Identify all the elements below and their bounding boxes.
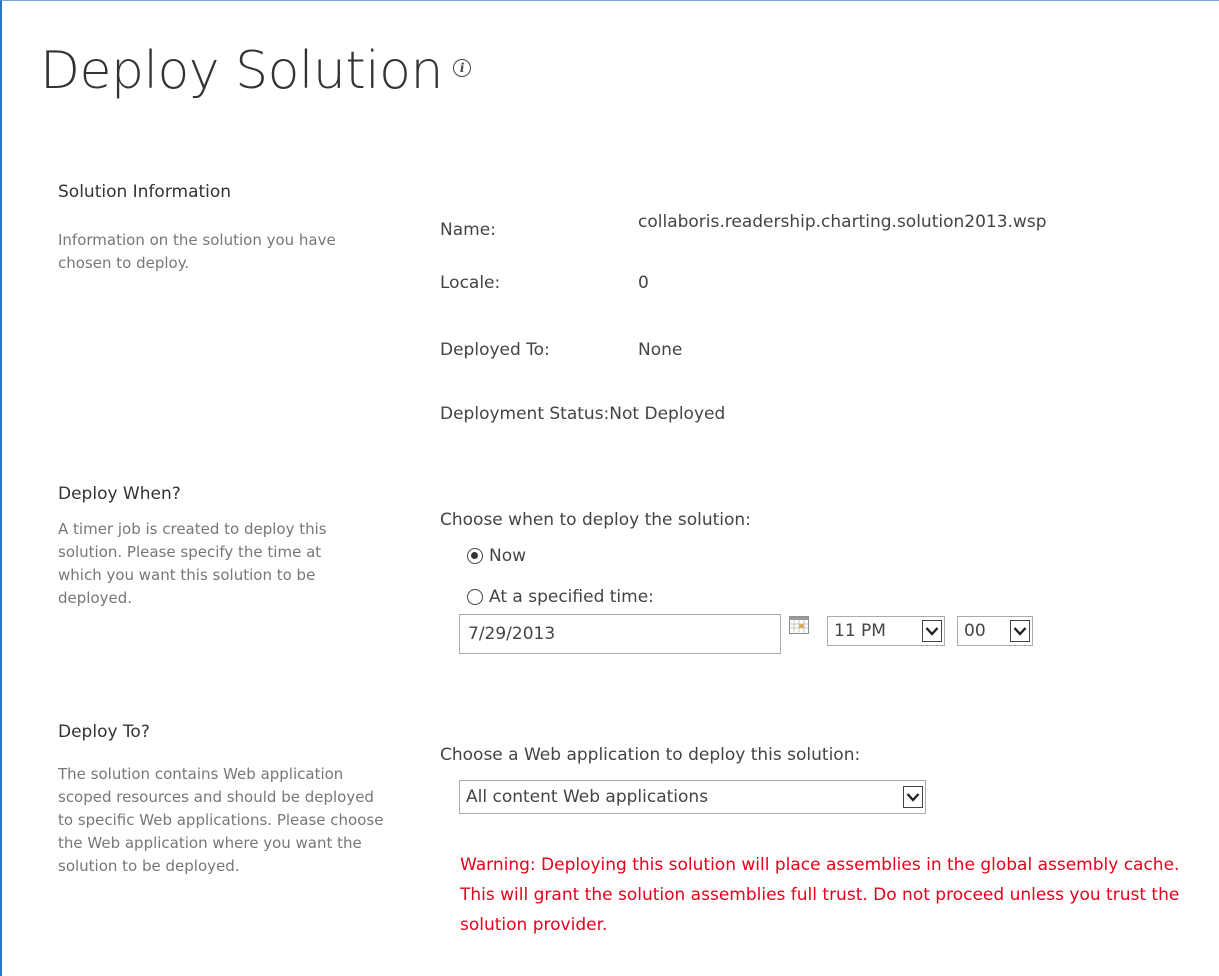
solution-info-title: Solution Information [58,182,232,202]
deployed-to-value: None [638,340,683,360]
minute-select[interactable]: 00 [957,616,1033,646]
name-label: Name: [440,220,496,240]
deployed-to-label: Deployed To: [440,340,550,360]
radio-now[interactable] [467,548,483,564]
chevron-down-icon[interactable] [903,786,923,808]
deploy-when-prompt: Choose when to deploy the solution: [440,510,751,530]
page-title-text: Deploy Solution [40,41,443,101]
deployment-status-label: Deployment Status: [440,404,610,424]
chevron-down-icon[interactable] [922,620,942,642]
calendar-icon[interactable] [789,616,809,634]
solution-info-description: Information on the solution you have cho… [58,231,336,272]
hour-select-value: 11 PM [834,621,886,641]
minute-select-value: 00 [964,621,986,641]
radio-specified-time-row[interactable]: At a specified time: [467,586,654,608]
web-application-select[interactable]: All content Web applications [459,780,926,814]
deployment-status-value: Not Deployed [609,404,726,424]
deploy-when-description: A timer job is created to deploy this so… [58,520,327,607]
date-input[interactable] [459,614,781,654]
name-value: collaboris.readership.charting.solution2… [638,212,1047,232]
gac-warning-text: Warning: Deploying this solution will pl… [460,855,1180,935]
page-title: Deploy Solution i [40,36,471,106]
deployment-status-row: Deployment Status:Not Deployed [440,404,725,424]
deploy-to-description: The solution contains Web application sc… [58,765,384,875]
radio-specified-time-label: At a specified time: [489,587,654,607]
deploy-to-title: Deploy To? [58,722,150,742]
radio-now-label: Now [489,546,527,566]
hour-select[interactable]: 11 PM [827,616,945,646]
locale-value: 0 [638,273,649,293]
web-application-select-value: All content Web applications [466,787,709,807]
locale-label: Locale: [440,273,501,293]
radio-now-row[interactable]: Now [467,545,526,567]
info-icon[interactable]: i [452,59,471,77]
deploy-when-title: Deploy When? [58,484,181,504]
chevron-down-icon[interactable] [1010,620,1030,642]
radio-specified-time[interactable] [467,589,483,605]
deploy-to-prompt: Choose a Web application to deploy this … [440,745,861,765]
